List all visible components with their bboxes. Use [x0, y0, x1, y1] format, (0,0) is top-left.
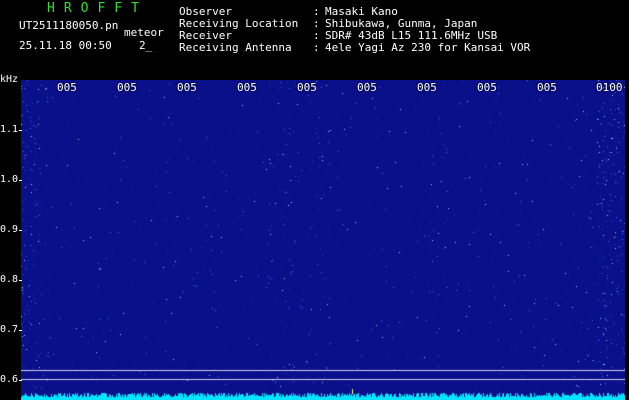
y-tick-mark: [19, 380, 22, 381]
separator: :: [313, 41, 320, 54]
app-title: HROFFT: [47, 1, 148, 16]
x-tick-label: 005: [117, 81, 137, 94]
y-tick-label: 0.8: [0, 274, 19, 285]
x-tick-label: 005: [357, 81, 377, 94]
y-axis-unit: kHz: [0, 74, 19, 85]
x-tick-label: 005: [477, 81, 497, 94]
x-tick-label: 005: [297, 81, 317, 94]
antenna-value: 4ele Yagi Az 230 for Kansai VOR: [325, 41, 531, 54]
event-count: 2_: [139, 39, 153, 52]
y-tick-label: 1.1: [0, 124, 19, 135]
file-name: UT2511180050.pn: [19, 19, 119, 32]
y-tick-mark: [19, 130, 22, 131]
spectrogram: [21, 80, 625, 400]
antenna-label: Receiving Antenna: [179, 41, 292, 54]
y-tick-mark: [19, 280, 22, 281]
y-tick-label: 1.0: [0, 174, 19, 185]
y-tick-mark: [19, 330, 22, 331]
y-tick-label: 0.9: [0, 224, 19, 235]
y-tick-mark: [19, 230, 22, 231]
y-tick-label: 0.7: [0, 324, 19, 335]
y-tick-label: 0.6: [0, 374, 19, 385]
y-tick-mark: [19, 180, 22, 181]
x-tick-label: 005: [417, 81, 437, 94]
x-tick-label: 005: [237, 81, 257, 94]
datetime: 25.11.18 00:50: [19, 39, 112, 52]
x-tick-label: 005: [177, 81, 197, 94]
x-tick-label: 0100: [596, 81, 623, 94]
x-tick-label: 005: [537, 81, 557, 94]
event-tag: meteor: [124, 26, 164, 39]
hrofft-screen: HROFFT UT2511180050.pn meteor 25.11.18 0…: [0, 0, 629, 400]
x-tick-label: 005: [57, 81, 77, 94]
